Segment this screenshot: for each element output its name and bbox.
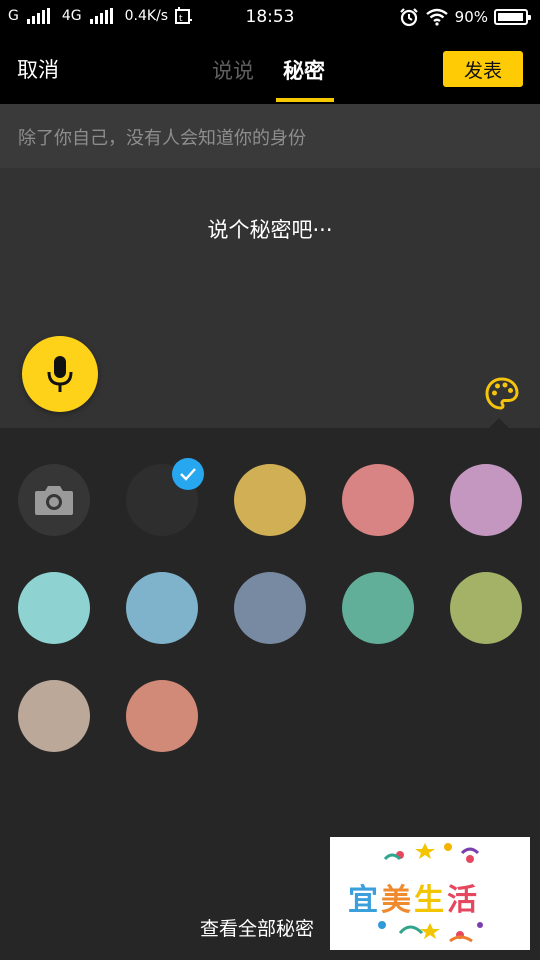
color-swatch-slate[interactable]: [234, 572, 306, 644]
voice-input-button[interactable]: [22, 336, 98, 412]
color-swatch-olive[interactable]: [450, 572, 522, 644]
tab-shuoshuo[interactable]: 说说: [212, 55, 254, 85]
palette-pointer: [489, 418, 509, 428]
watermark-logo: 宜 美 生 活: [330, 837, 530, 950]
color-swatch-rose[interactable]: [342, 464, 414, 536]
color-swatch-terracotta[interactable]: [126, 680, 198, 752]
editor-placeholder: 说个秘密吧···: [207, 218, 333, 242]
secret-editor[interactable]: 说个秘密吧···: [0, 168, 540, 428]
cancel-button[interactable]: 取消: [17, 54, 59, 84]
view-all-secrets-link[interactable]: 查看全部秘密: [200, 914, 314, 941]
palette-icon[interactable]: [484, 376, 520, 412]
publish-button[interactable]: 发表: [443, 51, 523, 87]
wifi-icon: [425, 8, 448, 26]
anonymity-hint-bar: 除了你自己，没有人会知道你的身份: [0, 104, 540, 168]
selected-check-icon: [172, 458, 204, 490]
active-tab-indicator: [276, 98, 334, 102]
tab-secret[interactable]: 秘密: [283, 55, 325, 85]
anonymity-hint: 除了你自己，没有人会知道你的身份: [18, 128, 306, 149]
camera-icon: [35, 486, 73, 515]
camera-background-option[interactable]: [18, 464, 90, 536]
alarm-icon: [399, 8, 418, 27]
battery-icon: [494, 9, 531, 25]
watermark-text: 宜 美 生 活: [348, 883, 478, 918]
background-color-grid: [0, 428, 540, 838]
color-swatch-sky-blue[interactable]: [126, 572, 198, 644]
status-right: 90%: [399, 7, 531, 27]
screen: G 4G 0.4K/s t 18:53 90% 取消 说说 秘密 发表 除了你自…: [0, 0, 540, 960]
top-bar: 取消 说说 秘密 发表: [0, 34, 540, 104]
microphone-icon: [47, 356, 73, 392]
battery-percent: 90%: [454, 8, 488, 26]
color-swatch-mustard[interactable]: [234, 464, 306, 536]
color-swatch-taupe[interactable]: [18, 680, 90, 752]
color-swatch-aqua[interactable]: [18, 572, 90, 644]
color-swatch-teal[interactable]: [342, 572, 414, 644]
status-bar: G 4G 0.4K/s t 18:53 90%: [0, 0, 540, 34]
color-swatch-lilac[interactable]: [450, 464, 522, 536]
